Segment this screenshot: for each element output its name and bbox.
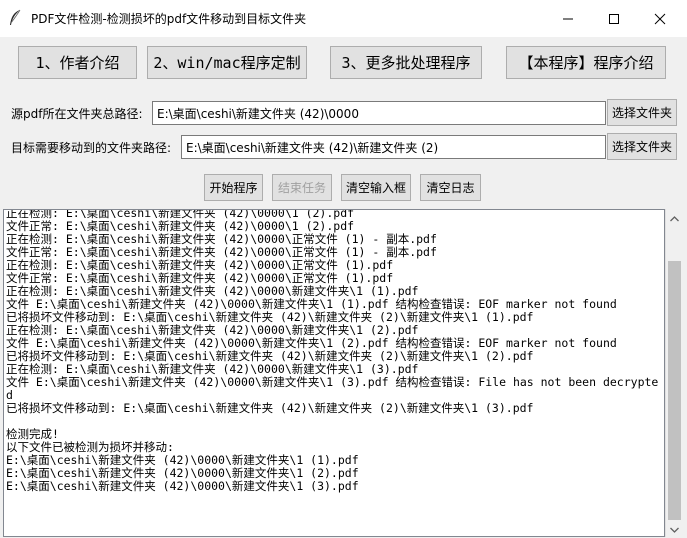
clear-log-button[interactable]: 清空日志 — [420, 174, 481, 201]
custom-program-button[interactable]: 2、win/mac程序定制 — [147, 46, 307, 79]
scroll-up-button[interactable] — [666, 209, 683, 226]
scroll-thumb[interactable] — [668, 261, 681, 520]
close-icon — [654, 13, 666, 25]
maximize-icon — [608, 13, 620, 25]
source-path-input[interactable]: E:\桌面\ceshi\新建文件夹 (42)\0000 — [152, 101, 606, 125]
maximize-button[interactable] — [591, 0, 637, 37]
title-bar[interactable]: PDF文件检测-检测损坏的pdf文件移动到目标文件夹 — [0, 0, 687, 37]
stop-button[interactable]: 结束任务 — [272, 174, 332, 201]
program-intro-button[interactable]: 【本程序】程序介绍 — [506, 46, 666, 79]
source-path-label: 源pdf所在文件夹总路径: — [11, 107, 143, 121]
target-path-label: 目标需要移动到的文件夹路径: — [11, 141, 172, 155]
feather-icon — [8, 9, 22, 27]
start-button[interactable]: 开始程序 — [204, 174, 263, 201]
close-button[interactable] — [637, 0, 683, 37]
scroll-down-button[interactable] — [666, 520, 683, 537]
target-browse-button[interactable]: 选择文件夹 — [607, 133, 677, 160]
window-title: PDF文件检测-检测损坏的pdf文件移动到目标文件夹 — [31, 12, 307, 26]
scroll-up-arrow-icon — [670, 211, 679, 225]
minimize-button[interactable] — [545, 0, 591, 37]
target-path-input[interactable]: E:\桌面\ceshi\新建文件夹 (42)\新建文件夹 (2) — [181, 135, 606, 159]
source-browse-button[interactable]: 选择文件夹 — [607, 99, 677, 126]
minimize-icon — [562, 13, 574, 25]
log-text-area[interactable]: 正在检测: E:\桌面\ceshi\新建文件夹 (42)\0000\1 (2).… — [3, 209, 665, 537]
more-batch-programs-button[interactable]: 3、更多批处理程序 — [330, 46, 482, 79]
log-scrollbar[interactable] — [665, 209, 682, 537]
author-intro-button[interactable]: 1、作者介绍 — [18, 46, 137, 79]
log-content: 正在检测: E:\桌面\ceshi\新建文件夹 (42)\0000\1 (2).… — [6, 209, 659, 493]
clear-inputs-button[interactable]: 清空输入框 — [341, 174, 411, 201]
scroll-down-arrow-icon — [670, 522, 679, 536]
